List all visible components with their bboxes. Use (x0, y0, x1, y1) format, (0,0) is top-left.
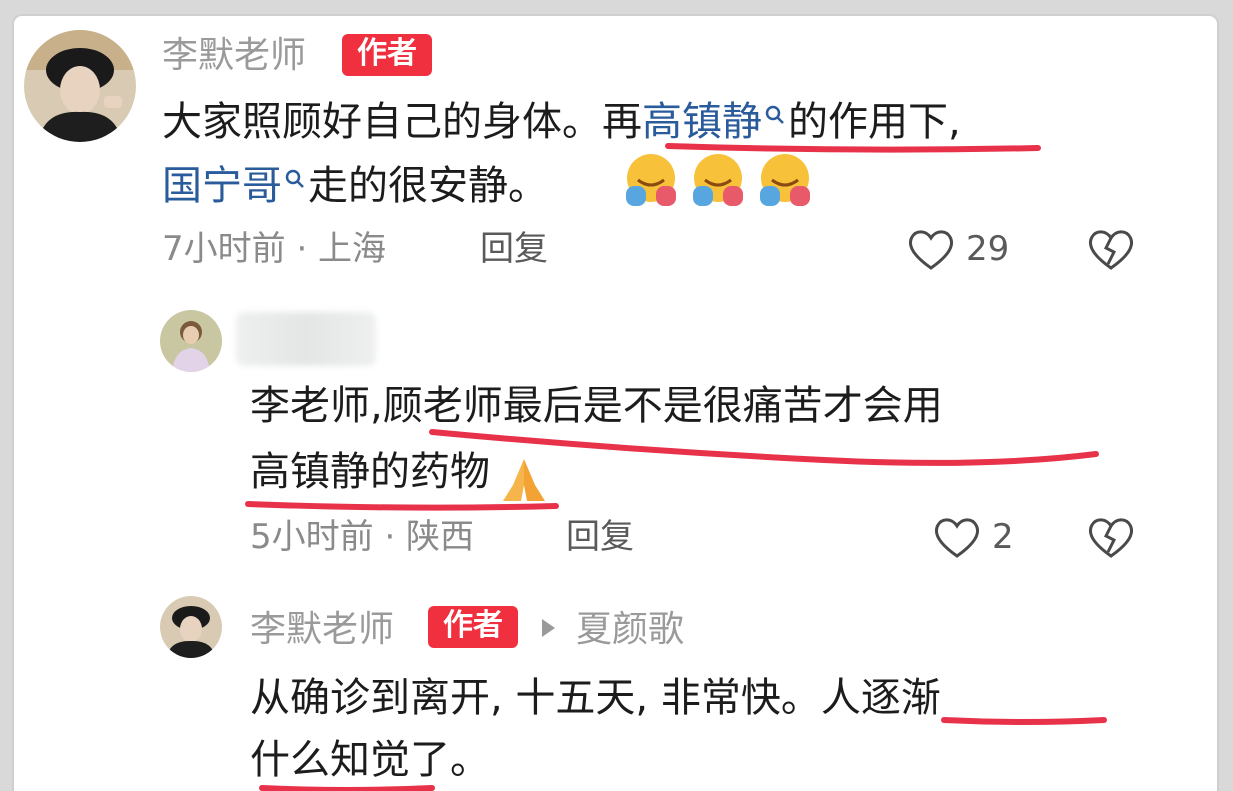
reply-to-name[interactable]: 夏颜歌 (576, 612, 684, 648)
like-count: 2 (992, 517, 1014, 557)
comment-text-line: 李老师,顾老师最后是不是很痛苦才会用 (250, 383, 943, 429)
hugging-face-icon (760, 154, 811, 206)
comment-meta: 5小时前 · 陕西 (250, 517, 475, 557)
comment-text: 再 (602, 99, 642, 145)
comment-text: 高镇静的药物 (250, 449, 490, 495)
dislike-icon[interactable] (1086, 514, 1136, 560)
emoji-row (620, 150, 816, 214)
author-avatar[interactable] (160, 596, 222, 658)
like-icon[interactable] (906, 226, 956, 272)
hugging-face-icon (693, 154, 744, 206)
author-avatar[interactable] (24, 30, 136, 142)
comment-meta: 7小时前 · 上海 (162, 229, 387, 269)
author-badge: 作者 (342, 34, 432, 76)
hugging-face-icon (626, 154, 676, 206)
highlight-underline (259, 785, 435, 791)
author-badge: 作者 (428, 606, 518, 648)
comment-panel: 李默老师 作者 大家照顾好自己的身体。再高镇静 的作用下, 国宁哥 走的很安静。 7… (12, 14, 1219, 791)
search-link[interactable]: 国宁哥 (162, 163, 282, 209)
reply-button[interactable]: 回复 (480, 232, 548, 266)
comment-text: 大家照顾好自己的身体。 (162, 99, 602, 145)
comment-text-line: 什么知觉了。 (250, 737, 490, 783)
author-name[interactable]: 李默老师 (162, 38, 306, 74)
comment-text-line: 国宁哥 走的很安静。 (162, 166, 548, 206)
comment-text: 走的很安静。 (308, 163, 548, 209)
reply-arrow-icon (542, 619, 555, 637)
highlight-underline (941, 717, 1107, 725)
like-icon[interactable] (932, 514, 982, 560)
user-avatar[interactable] (160, 310, 222, 372)
comment-text-line: 从确诊到离开, 十五天, 非常快。人逐渐 (250, 675, 941, 721)
search-icon[interactable] (282, 166, 308, 192)
blurred-username (236, 312, 376, 366)
like-count: 29 (966, 229, 1010, 269)
search-icon[interactable] (762, 102, 788, 128)
dislike-icon[interactable] (1086, 226, 1136, 272)
author-name[interactable]: 李默老师 (250, 612, 394, 648)
highlight-underline (245, 501, 559, 511)
reply-button[interactable]: 回复 (566, 520, 634, 554)
